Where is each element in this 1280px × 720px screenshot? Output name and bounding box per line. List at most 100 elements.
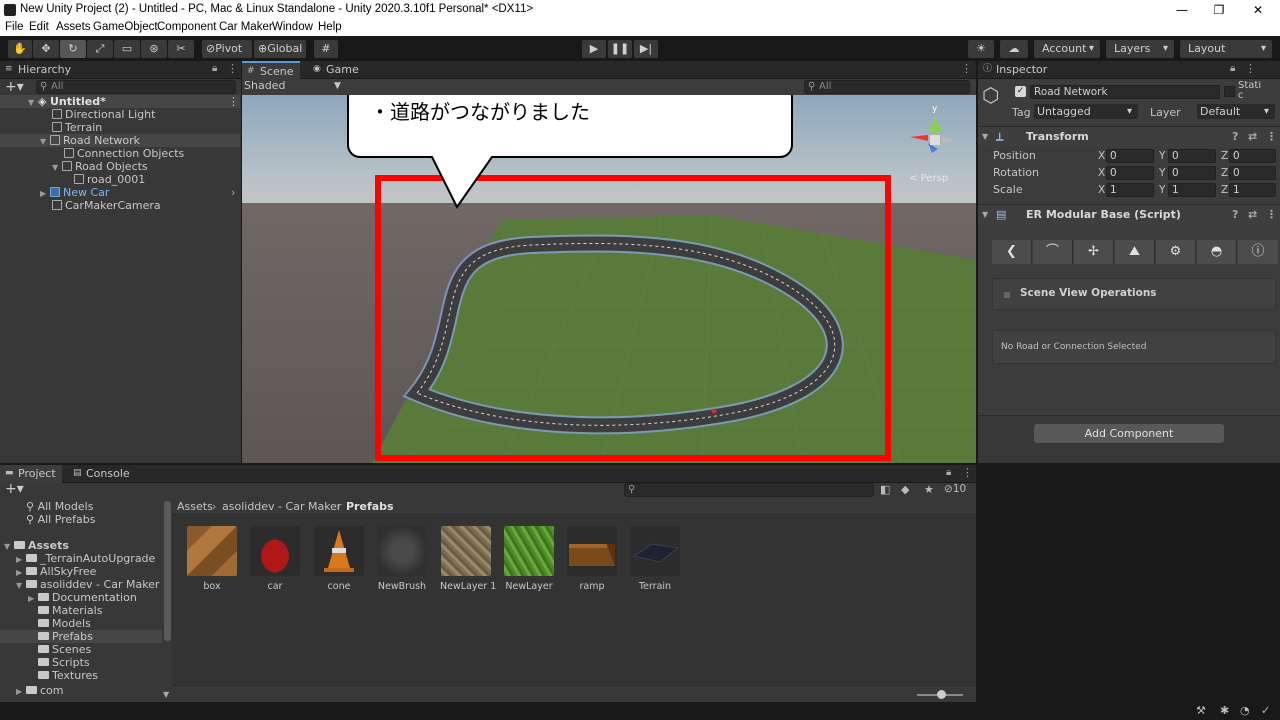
- kebab-menu-icon[interactable]: ⋮: [1245, 62, 1256, 75]
- pause-button[interactable]: ❚❚: [608, 40, 632, 58]
- kebab-menu-icon[interactable]: ⋮: [962, 466, 973, 479]
- add-road-icon[interactable]: ⌒: [1033, 240, 1073, 264]
- rotation-x-field[interactable]: 0: [1106, 166, 1154, 180]
- menu-file[interactable]: File: [5, 21, 24, 33]
- breadcrumb-car-maker[interactable]: asoliddev - Car Maker: [222, 500, 341, 513]
- transform-header[interactable]: ▼ ⟂ Transform ? ⇄ ⋮: [978, 126, 1280, 146]
- rotate-tool-icon[interactable]: ↻: [60, 40, 86, 58]
- asset-newbrush[interactable]: NewBrush: [376, 526, 428, 592]
- asset-cone[interactable]: cone: [313, 526, 365, 592]
- filter-type-icon[interactable]: ◧: [880, 483, 890, 496]
- object-name-field[interactable]: Road Network: [1030, 85, 1220, 99]
- global-button[interactable]: ⊕Global: [254, 40, 306, 58]
- gizmo-persp-label[interactable]: < Persp: [909, 173, 948, 184]
- scale-y-field[interactable]: 1: [1168, 183, 1216, 197]
- favorite-all-models[interactable]: ⚲ All Models: [26, 500, 93, 513]
- folder-com[interactable]: ▶ com: [16, 684, 64, 697]
- menu-assets[interactable]: Assets: [56, 21, 91, 33]
- rect-tool-icon[interactable]: ▭: [114, 40, 140, 58]
- asset-car[interactable]: car: [249, 526, 301, 592]
- expand-arrow-icon[interactable]: ▼: [16, 579, 26, 592]
- hierarchy-item-road-objects[interactable]: ▼ Road Objects: [0, 160, 240, 173]
- breadcrumb-prefabs[interactable]: Prefabs: [346, 500, 394, 513]
- tab-scene[interactable]: # Scene: [242, 61, 300, 79]
- zoom-slider-thumb[interactable]: [937, 690, 946, 699]
- scale-z-field[interactable]: 1: [1229, 183, 1276, 197]
- menu-gameobject[interactable]: GameObject: [93, 21, 158, 33]
- folder-scripts[interactable]: Scripts: [38, 656, 90, 669]
- favorite-all-prefabs[interactable]: ⚲ All Prefabs: [26, 513, 96, 526]
- debug-icon[interactable]: ✱: [1220, 704, 1229, 717]
- asset-terrain[interactable]: Terrain: [629, 526, 681, 592]
- layer-dropdown[interactable]: Default: [1197, 104, 1275, 119]
- favorite-star-icon[interactable]: ★: [924, 483, 934, 496]
- asset-ramp[interactable]: ramp: [566, 526, 618, 592]
- folder-asoliddev[interactable]: ▼ asoliddev - Car Maker: [16, 578, 159, 591]
- filter-label-icon[interactable]: ◆: [901, 483, 909, 496]
- shading-dropdown[interactable]: Shaded ▼: [244, 79, 344, 93]
- menu-component[interactable]: Component: [157, 21, 216, 33]
- scene-search-input[interactable]: All: [804, 80, 970, 94]
- lock-icon[interactable]: 🔒︎: [946, 467, 951, 478]
- step-button[interactable]: ▶|: [634, 40, 658, 58]
- move-tool-icon[interactable]: ✥: [33, 40, 59, 58]
- tab-hierarchy[interactable]: ≡ Hierarchy: [0, 61, 77, 79]
- position-y-field[interactable]: 0: [1168, 149, 1216, 163]
- scene-menu-icon[interactable]: ⋮: [228, 95, 239, 108]
- pivot-button[interactable]: ⊘Pivot: [202, 40, 252, 58]
- scale-x-field[interactable]: 1: [1106, 183, 1154, 197]
- scale-tool-icon[interactable]: ⤢: [87, 40, 113, 58]
- hierarchy-item-terrain[interactable]: Terrain: [0, 121, 240, 134]
- close-button[interactable]: ✕: [1240, 0, 1276, 20]
- minimize-button[interactable]: —: [1164, 0, 1200, 20]
- hierarchy-item-new-car[interactable]: ▶ New Car ›: [0, 186, 240, 199]
- lock-icon[interactable]: 🔒︎: [1230, 63, 1235, 74]
- account-dropdown[interactable]: Account: [1034, 40, 1100, 58]
- scroll-down-arrow-icon[interactable]: ▼: [163, 690, 169, 699]
- expand-arrow-icon[interactable]: ▶: [16, 685, 26, 698]
- tab-inspector[interactable]: ⓘ Inspector: [978, 61, 1053, 79]
- hierarchy-item-road-0001[interactable]: road_0001: [0, 173, 240, 186]
- folder-terrainautoupgrade[interactable]: ▶ _TerrainAutoUpgrade: [16, 552, 155, 565]
- script-header[interactable]: ▼ ▤ ER Modular Base (Script) ? ⇄ ⋮: [978, 204, 1280, 224]
- position-x-field[interactable]: 0: [1106, 149, 1154, 163]
- rotation-z-field[interactable]: 0: [1229, 166, 1276, 180]
- folder-textures[interactable]: Textures: [38, 669, 98, 682]
- position-z-field[interactable]: 0: [1229, 149, 1276, 163]
- connection-icon[interactable]: ✢: [1074, 240, 1114, 264]
- layers-dropdown[interactable]: Layers: [1106, 40, 1174, 58]
- hierarchy-item-road-network[interactable]: ▼ Road Network: [0, 134, 240, 147]
- component-menu-icon[interactable]: ⋮: [1266, 127, 1277, 147]
- menu-window[interactable]: Window: [272, 21, 313, 33]
- back-arrow-icon[interactable]: ❮: [992, 240, 1032, 264]
- layout-dropdown[interactable]: Layout: [1180, 40, 1272, 58]
- lock-icon[interactable]: 🔒︎: [212, 63, 217, 74]
- folder-models[interactable]: Models: [38, 617, 91, 630]
- hand-tool-icon[interactable]: ✋: [8, 40, 32, 58]
- collapse-arrow-icon[interactable]: ▼: [982, 205, 988, 225]
- hierarchy-item-directional-light[interactable]: Directional Light: [0, 108, 240, 121]
- expand-arrow-icon[interactable]: ▶: [28, 592, 38, 605]
- folder-documentation[interactable]: ▶ Documentation: [28, 591, 137, 604]
- help-icon[interactable]: ?: [1232, 205, 1238, 225]
- grid-snap-icon[interactable]: #: [314, 40, 338, 58]
- bell-icon[interactable]: ◓: [1197, 240, 1237, 264]
- collapse-arrow-icon[interactable]: ▼: [982, 127, 988, 147]
- folder-materials[interactable]: Materials: [38, 604, 102, 617]
- hierarchy-item-connection-objects[interactable]: Connection Objects: [0, 147, 240, 160]
- asset-box[interactable]: box: [186, 526, 238, 592]
- asset-newlayer-1[interactable]: NewLayer 1: [440, 526, 496, 592]
- progress-icon[interactable]: ⚒: [1196, 704, 1206, 717]
- active-checkbox[interactable]: ✓: [1015, 86, 1026, 97]
- menu-help[interactable]: Help: [318, 21, 342, 33]
- collab-icon[interactable]: ☀: [968, 40, 994, 58]
- scene-row[interactable]: ▼ ◈ Untitled* ⋮: [0, 95, 240, 108]
- assets-root[interactable]: ▼ Assets: [4, 539, 69, 552]
- component-menu-icon[interactable]: ⋮: [1266, 205, 1277, 225]
- settings-gear-icon[interactable]: ⚙: [1156, 240, 1196, 264]
- scene-viewport[interactable]: ・道路がつながりました y < Persp: [242, 95, 976, 463]
- hierarchy-search-input[interactable]: All: [36, 80, 236, 94]
- custom-tool-icon[interactable]: ✂: [168, 40, 194, 58]
- transform-tool-icon[interactable]: ⊛: [141, 40, 167, 58]
- folder-tree-scrollbar[interactable]: [164, 501, 171, 641]
